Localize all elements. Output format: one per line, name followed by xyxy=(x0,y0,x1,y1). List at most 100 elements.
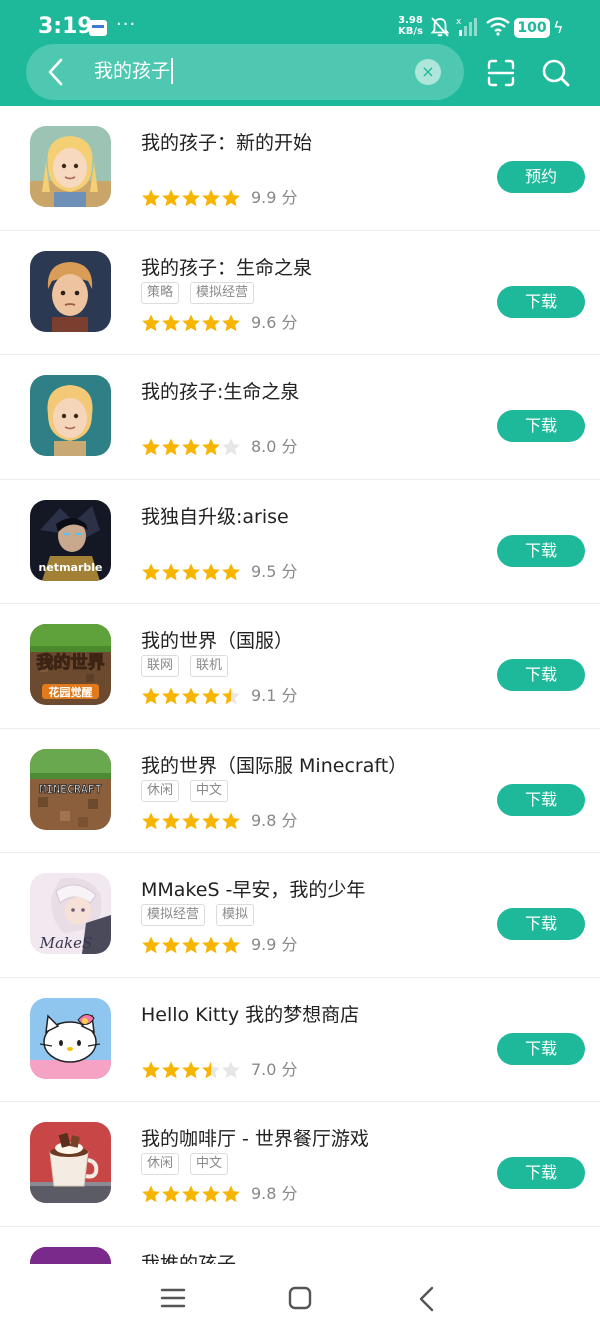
svg-text:MakeS: MakeS xyxy=(39,934,93,952)
app-title[interactable]: 我的世界（国服） xyxy=(141,626,293,653)
rating-score: 9.5 分 xyxy=(251,561,298,581)
tag: 休闲 xyxy=(141,779,180,802)
app-list-item[interactable]: netmarble 我独自升级:arise 9.5 分 下载 xyxy=(0,480,600,604)
home-icon[interactable] xyxy=(287,1286,313,1310)
app-list-item[interactable]: 我的世界 花园觉醒 我的世界（国服） 联网 联机 9.1 分 下载 xyxy=(0,604,600,729)
girl-avatar-icon[interactable] xyxy=(30,126,111,207)
girl-avatar-icon[interactable] xyxy=(30,375,111,456)
star-icon xyxy=(182,563,200,580)
app-title[interactable]: 我的孩子：生命之泉 xyxy=(141,253,312,280)
tag: 策略 xyxy=(141,281,180,304)
app-tags: 模拟经营 模拟 xyxy=(141,903,265,926)
search-results-list[interactable]: 我的孩子：新的开始 9.9 分 预约 我的孩子：生命之泉 策略 模拟经营 9.6 … xyxy=(0,106,600,1264)
star-icon xyxy=(142,687,160,705)
star-icon xyxy=(222,1185,240,1203)
speed-unit: KB/s xyxy=(398,26,423,37)
star-icon xyxy=(142,812,160,829)
status-bar: 3:19 ··· 3.98 KB/s x 100 ϟ xyxy=(0,0,600,46)
star-icon xyxy=(142,563,160,580)
download-button[interactable]: 下载 xyxy=(497,410,585,442)
tag: 模拟经营 xyxy=(141,904,206,926)
app-list-item[interactable]: 我推的孩子 xyxy=(0,1227,600,1265)
rating-stars: 8.0 分 xyxy=(141,437,298,457)
app-title[interactable]: MMakeS -早安，我的少年 xyxy=(141,875,365,902)
app-title[interactable]: Hello Kitty 我的梦想商店 xyxy=(141,1000,359,1027)
svg-text:netmarble: netmarble xyxy=(39,561,103,574)
rating-score: 9.1 分 xyxy=(251,686,298,705)
menu-icon[interactable] xyxy=(160,1286,186,1310)
tag: 模拟 xyxy=(216,904,255,926)
rating-score: 9.8 分 xyxy=(251,810,298,830)
star-icon xyxy=(202,936,220,954)
hello-kitty-icon[interactable] xyxy=(30,997,111,1079)
rating-score: 9.6 分 xyxy=(251,312,298,332)
star-icon xyxy=(222,189,240,207)
rating-score: 7.0 分 xyxy=(251,1059,298,1079)
download-button[interactable]: 下载 xyxy=(497,783,585,816)
network-speed: 3.98 KB/s xyxy=(398,15,423,37)
app-title[interactable]: 我的咖啡厅 - 世界餐厅游戏 xyxy=(141,1124,369,1151)
speed-value: 3.98 xyxy=(398,15,423,26)
download-button[interactable]: 下载 xyxy=(497,534,585,567)
star-icon xyxy=(182,936,200,954)
tag: 联网 xyxy=(141,655,180,677)
app-list-item[interactable]: 我的孩子：生命之泉 策略 模拟经营 9.6 分 下载 xyxy=(0,231,600,355)
star-icon xyxy=(222,936,240,954)
app-list-item[interactable]: 我的孩子:生命之泉 8.0 分 下载 xyxy=(0,355,600,480)
star-icon xyxy=(162,936,180,954)
app-list-item[interactable]: MINECRAFT 我的世界（国际服 Minecraft） 休闲 中文 9.8 分… xyxy=(0,729,600,853)
star-icon xyxy=(162,189,180,207)
app-tags: 休闲 中文 xyxy=(141,1152,239,1175)
star-icon xyxy=(142,936,160,954)
app-list-item[interactable]: 我的咖啡厅 - 世界餐厅游戏 休闲 中文 9.8 分 下载 xyxy=(0,1102,600,1227)
star-icon xyxy=(202,1185,220,1203)
reserve-button[interactable]: 预约 xyxy=(497,161,585,193)
star-icon xyxy=(222,438,240,456)
rating-stars: 9.6 分 xyxy=(141,313,298,333)
search-bar[interactable]: 我的孩子 × xyxy=(26,44,464,100)
system-nav-bar xyxy=(0,1264,600,1333)
boy-avatar-icon[interactable] xyxy=(30,250,111,332)
star-icon xyxy=(182,1185,200,1203)
tag: 中文 xyxy=(190,1153,229,1175)
download-button[interactable]: 下载 xyxy=(497,285,585,318)
search-icon[interactable] xyxy=(541,58,571,88)
minecraft-cn-icon[interactable]: 我的世界 花园觉醒 xyxy=(30,624,111,705)
star-icon xyxy=(182,314,200,331)
star-icon xyxy=(142,189,160,207)
minecraft-icon[interactable]: MINECRAFT xyxy=(30,748,111,830)
cell-signal-icon: x xyxy=(456,17,477,36)
rating-stars: 9.8 分 xyxy=(141,811,298,831)
oshi-no-ko-icon[interactable] xyxy=(30,1246,111,1264)
download-button[interactable]: 下载 xyxy=(497,659,585,691)
app-title[interactable]: 我的世界（国际服 Minecraft） xyxy=(141,751,407,778)
app-tags: 联网 联机 xyxy=(141,654,239,677)
back-icon[interactable] xyxy=(417,1286,437,1312)
svg-text:MINECRAFT: MINECRAFT xyxy=(39,782,101,796)
star-icon xyxy=(142,1061,160,1078)
clear-search-button[interactable]: × xyxy=(415,59,441,85)
download-button[interactable]: 下载 xyxy=(497,1032,585,1065)
rating-stars: 9.1 分 xyxy=(141,686,298,706)
rating-stars: 9.8 分 xyxy=(141,1184,298,1204)
svg-text:x: x xyxy=(456,17,462,27)
netmarble-icon[interactable]: netmarble xyxy=(30,499,111,581)
app-title[interactable]: 我的孩子：新的开始 xyxy=(141,128,312,155)
app-list-item[interactable]: 我的孩子：新的开始 9.9 分 预约 xyxy=(0,106,600,231)
coffee-cup-icon[interactable] xyxy=(30,1122,111,1203)
app-title[interactable]: 我的孩子:生命之泉 xyxy=(141,377,299,404)
app-title[interactable]: 我推的孩子 xyxy=(141,1249,236,1265)
scan-icon[interactable] xyxy=(486,58,516,88)
star-icon xyxy=(182,189,200,207)
search-input[interactable]: 我的孩子 xyxy=(94,58,174,84)
mmakes-icon[interactable]: MakeS xyxy=(30,873,111,954)
app-list-item[interactable]: Hello Kitty 我的梦想商店 7.0 分 下载 xyxy=(0,978,600,1102)
app-title[interactable]: 我独自升级:arise xyxy=(141,502,289,529)
app-list-item[interactable]: MakeS MMakeS -早安，我的少年 模拟经营 模拟 9.9 分 下载 xyxy=(0,853,600,978)
star-icon xyxy=(222,812,240,829)
star-icon xyxy=(202,1061,220,1078)
back-arrow-icon[interactable] xyxy=(46,57,66,87)
tag: 联机 xyxy=(190,655,229,677)
download-button[interactable]: 下载 xyxy=(497,908,585,940)
download-button[interactable]: 下载 xyxy=(497,1157,585,1189)
